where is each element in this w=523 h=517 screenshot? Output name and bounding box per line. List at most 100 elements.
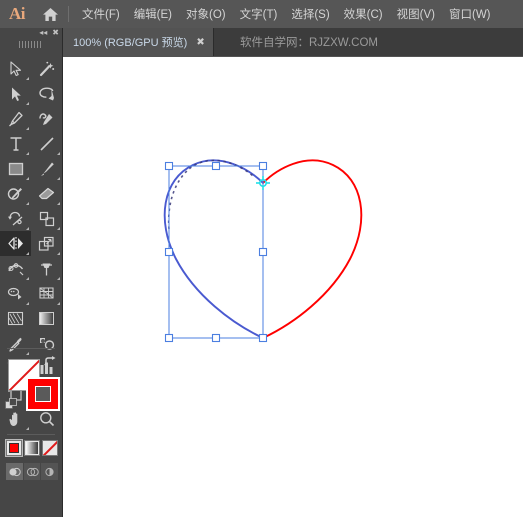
free-transform-tool[interactable]: [31, 231, 62, 256]
heart-right-path[interactable]: [262, 159, 363, 339]
menu-object[interactable]: 对象(O): [179, 2, 233, 26]
menu-effect[interactable]: 效果(C): [337, 2, 390, 26]
direct-selection-tool[interactable]: [0, 81, 31, 106]
tool-row: [0, 181, 62, 206]
close-panel-button[interactable]: ✖: [52, 29, 59, 37]
menu-separator: [68, 6, 69, 22]
draw-mode-row: [6, 463, 59, 480]
tool-row: [0, 131, 62, 156]
tool-flyout-indicator: [26, 302, 29, 305]
tool-flyout-indicator: [57, 277, 60, 280]
width-tool[interactable]: [0, 256, 31, 281]
pen-tool[interactable]: [0, 106, 31, 131]
tool-flyout-indicator: [57, 302, 60, 305]
shaper-tool[interactable]: [0, 181, 31, 206]
swap-fill-stroke-icon[interactable]: [44, 356, 57, 369]
solid-color-swatch: [9, 443, 19, 453]
tool-flyout-indicator: [26, 152, 29, 155]
tool-panel-header-buttons: ◂◂ ✖: [39, 29, 59, 37]
tool-row: [0, 281, 62, 306]
tool-panel-header: ◂◂ ✖: [0, 28, 63, 56]
tool-panel-divider: [7, 348, 55, 349]
gradient-tool[interactable]: [0, 306, 31, 331]
magic-wand-tool[interactable]: [31, 56, 62, 81]
home-icon[interactable]: [34, 0, 66, 28]
rotate-tool[interactable]: [0, 206, 31, 231]
menu-view[interactable]: 视图(V): [390, 2, 442, 26]
tool-row: [0, 56, 62, 81]
tool-flyout-indicator: [57, 252, 60, 255]
menu-type[interactable]: 文字(T): [233, 2, 285, 26]
menu-file[interactable]: 文件(F): [75, 2, 127, 26]
perspective-grid-tool[interactable]: [0, 281, 31, 306]
artwork-svg: [163, 159, 363, 343]
tool-row: [0, 231, 62, 256]
selection-bounding-box: [168, 165, 264, 339]
lasso-tool[interactable]: [31, 81, 62, 106]
draw-inside-mode[interactable]: [41, 463, 59, 480]
tool-row: [0, 156, 62, 181]
tool-flyout-indicator: [26, 77, 29, 80]
stroke-swatch-inner: [35, 386, 51, 402]
default-fill-stroke-icon[interactable]: [5, 398, 18, 411]
curvature-tool[interactable]: [31, 106, 62, 131]
color-mode-gradient[interactable]: [24, 440, 40, 456]
menu-bar: Ai 文件(F) 编辑(E) 对象(O) 文字(T) 选择(S) 效果(C) 视…: [0, 0, 523, 28]
color-mode-none[interactable]: [42, 440, 58, 456]
color-mode-solid[interactable]: [5, 439, 23, 457]
draw-behind-mode[interactable]: [23, 463, 41, 480]
tool-flyout-indicator: [26, 102, 29, 105]
tool-flyout-indicator: [57, 202, 60, 205]
stroke-swatch[interactable]: [26, 377, 60, 411]
app-logo: Ai: [9, 4, 26, 23]
heart-left-path[interactable]: [163, 159, 264, 339]
tool-flyout-indicator: [26, 252, 29, 255]
reflect-tool[interactable]: [0, 231, 31, 256]
tool-panel: [0, 56, 63, 517]
tool-flyout-indicator: [57, 227, 60, 230]
tool-row: [0, 256, 62, 281]
tool-row: [0, 306, 62, 331]
tool-flyout-indicator: [26, 227, 29, 230]
tool-flyout-indicator: [57, 177, 60, 180]
rectangle-tool[interactable]: [0, 156, 31, 181]
tool-flyout-indicator: [57, 152, 60, 155]
menu-edit[interactable]: 编辑(E): [127, 2, 179, 26]
menu-select[interactable]: 选择(S): [284, 2, 336, 26]
tool-flyout-indicator: [26, 177, 29, 180]
paintbrush-tool[interactable]: [31, 156, 62, 181]
line-segment-tool[interactable]: [31, 131, 62, 156]
draw-normal-mode[interactable]: [6, 463, 23, 480]
shape-builder-tool[interactable]: [31, 256, 62, 281]
tool-flyout-indicator: [26, 127, 29, 130]
tool-flyout-indicator: [26, 202, 29, 205]
type-tool[interactable]: [0, 131, 31, 156]
menu-item-list: 文件(F) 编辑(E) 对象(O) 文字(T) 选择(S) 效果(C) 视图(V…: [75, 2, 498, 26]
gradient-swatch-tool[interactable]: [31, 306, 62, 331]
canvas-area[interactable]: [63, 57, 523, 517]
menu-window[interactable]: 窗口(W): [442, 2, 498, 26]
tool-row: [0, 81, 62, 106]
fill-stroke-controls: [0, 353, 62, 431]
none-slash-icon: [43, 441, 57, 455]
color-mode-row: [5, 439, 58, 458]
illustrator-window: Ai 文件(F) 编辑(E) 对象(O) 文字(T) 选择(S) 效果(C) 视…: [0, 0, 523, 517]
document-tab-close-icon[interactable]: ✖: [196, 37, 204, 48]
watermark-text: 软件自学网：RJZXW.COM: [240, 37, 378, 49]
document-tab-label: 100% (RGB/GPU 预览): [73, 37, 188, 49]
tool-row: [0, 106, 62, 131]
heart-left-preview-dashes: [167, 159, 254, 230]
document-tab[interactable]: 100% (RGB/GPU 预览) ✖: [63, 28, 214, 56]
selection-tool[interactable]: [0, 56, 31, 81]
eraser-tool[interactable]: [31, 181, 62, 206]
tool-panel-drag-handle[interactable]: [19, 41, 43, 48]
collapse-panel-button[interactable]: ◂◂: [39, 29, 47, 37]
scale-tool[interactable]: [31, 206, 62, 231]
tool-panel-divider-2: [7, 434, 55, 435]
document-tab-bar: ◂◂ ✖ 100% (RGB/GPU 预览) ✖ 软件自学网：RJZXW.COM: [0, 28, 523, 56]
mesh-tool[interactable]: [31, 281, 62, 306]
selection-handles[interactable]: [164, 161, 268, 343]
gradient-swatch-preview: [26, 442, 38, 454]
tool-row: [0, 206, 62, 231]
tool-flyout-indicator: [26, 277, 29, 280]
